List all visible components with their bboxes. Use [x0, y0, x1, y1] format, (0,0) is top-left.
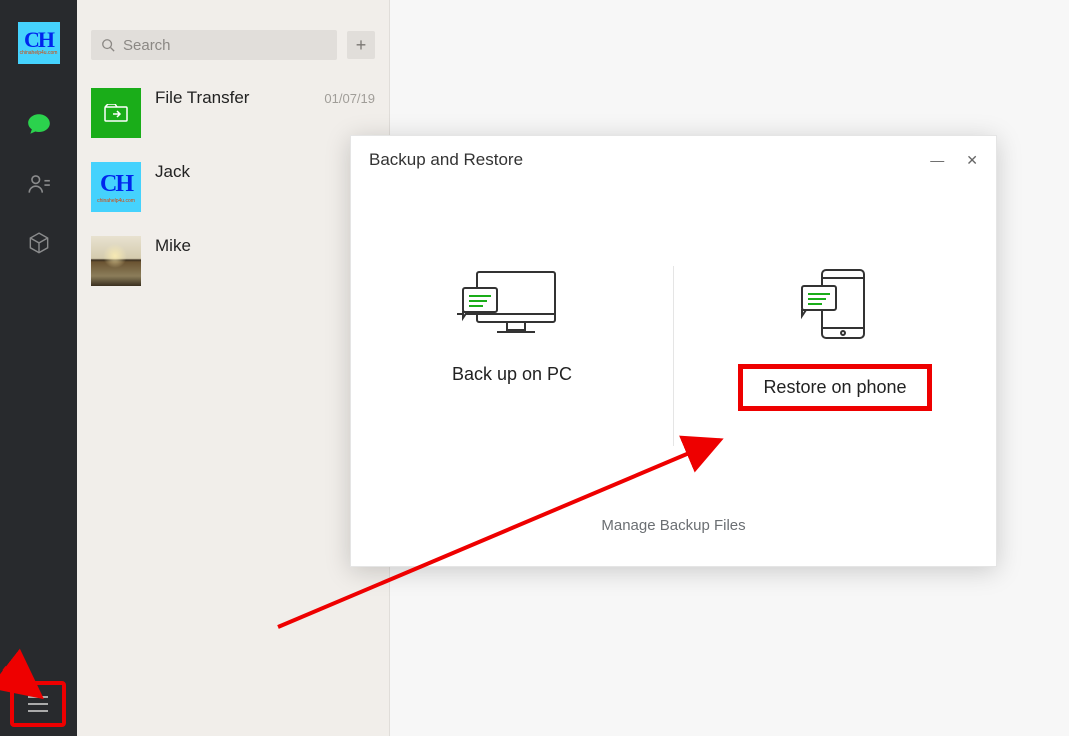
option-backup-pc[interactable]: Back up on PC [351, 266, 673, 446]
nav-chat-icon[interactable] [0, 94, 77, 154]
phone-icon [780, 266, 890, 342]
sidebar: CH chinahelp4u.com [0, 0, 77, 736]
chat-title: Mike [155, 236, 191, 256]
option-restore-phone[interactable]: Restore on phone [674, 266, 996, 446]
dialog-close-button[interactable]: ✕ [966, 152, 978, 169]
chat-item-mike[interactable]: Mike [77, 224, 389, 298]
avatar-text: CH [24, 30, 53, 50]
search-input[interactable]: Search [91, 30, 337, 60]
hamburger-menu-button[interactable] [10, 681, 66, 727]
add-button[interactable]: + [347, 31, 375, 59]
chat-item-file-transfer[interactable]: File Transfer 01/07/19 [77, 76, 389, 150]
chat-title: File Transfer [155, 88, 249, 108]
dialog-header: Backup and Restore — ✕ [351, 136, 996, 176]
avatar-subtext: chinahelp4u.com [20, 50, 58, 56]
search-icon [101, 38, 115, 52]
dialog-controls: — ✕ [930, 152, 978, 169]
option-restore-label: Restore on phone [738, 364, 931, 411]
avatar-jack: CH chinahelp4u.com [91, 162, 141, 212]
file-transfer-icon [91, 88, 141, 138]
chat-item-jack[interactable]: CH chinahelp4u.com Jack [77, 150, 389, 224]
nav-apps-icon[interactable] [0, 214, 77, 274]
manage-backup-files-link[interactable]: Manage Backup Files [351, 517, 996, 534]
chat-title: Jack [155, 162, 190, 182]
dialog-minimize-button[interactable]: — [930, 152, 944, 169]
dialog-title: Backup and Restore [369, 150, 523, 170]
dialog-options: Back up on PC Restore on phone [351, 266, 996, 446]
chat-body: Jack [155, 162, 375, 182]
backup-restore-dialog: Backup and Restore — ✕ Back u [350, 135, 997, 567]
avatar-mike [91, 236, 141, 286]
monitor-icon [457, 266, 567, 342]
chat-body: Mike [155, 236, 375, 256]
chat-date: 01/07/19 [324, 91, 375, 106]
chat-body: File Transfer 01/07/19 [155, 88, 375, 108]
option-backup-label: Back up on PC [452, 364, 572, 385]
search-placeholder: Search [123, 37, 171, 54]
profile-avatar[interactable]: CH chinahelp4u.com [18, 22, 60, 64]
search-row: Search + [77, 0, 389, 76]
nav-contacts-icon[interactable] [0, 154, 77, 214]
chat-list-panel: Search + File Transfer 01/07/19 CH china… [77, 0, 390, 736]
